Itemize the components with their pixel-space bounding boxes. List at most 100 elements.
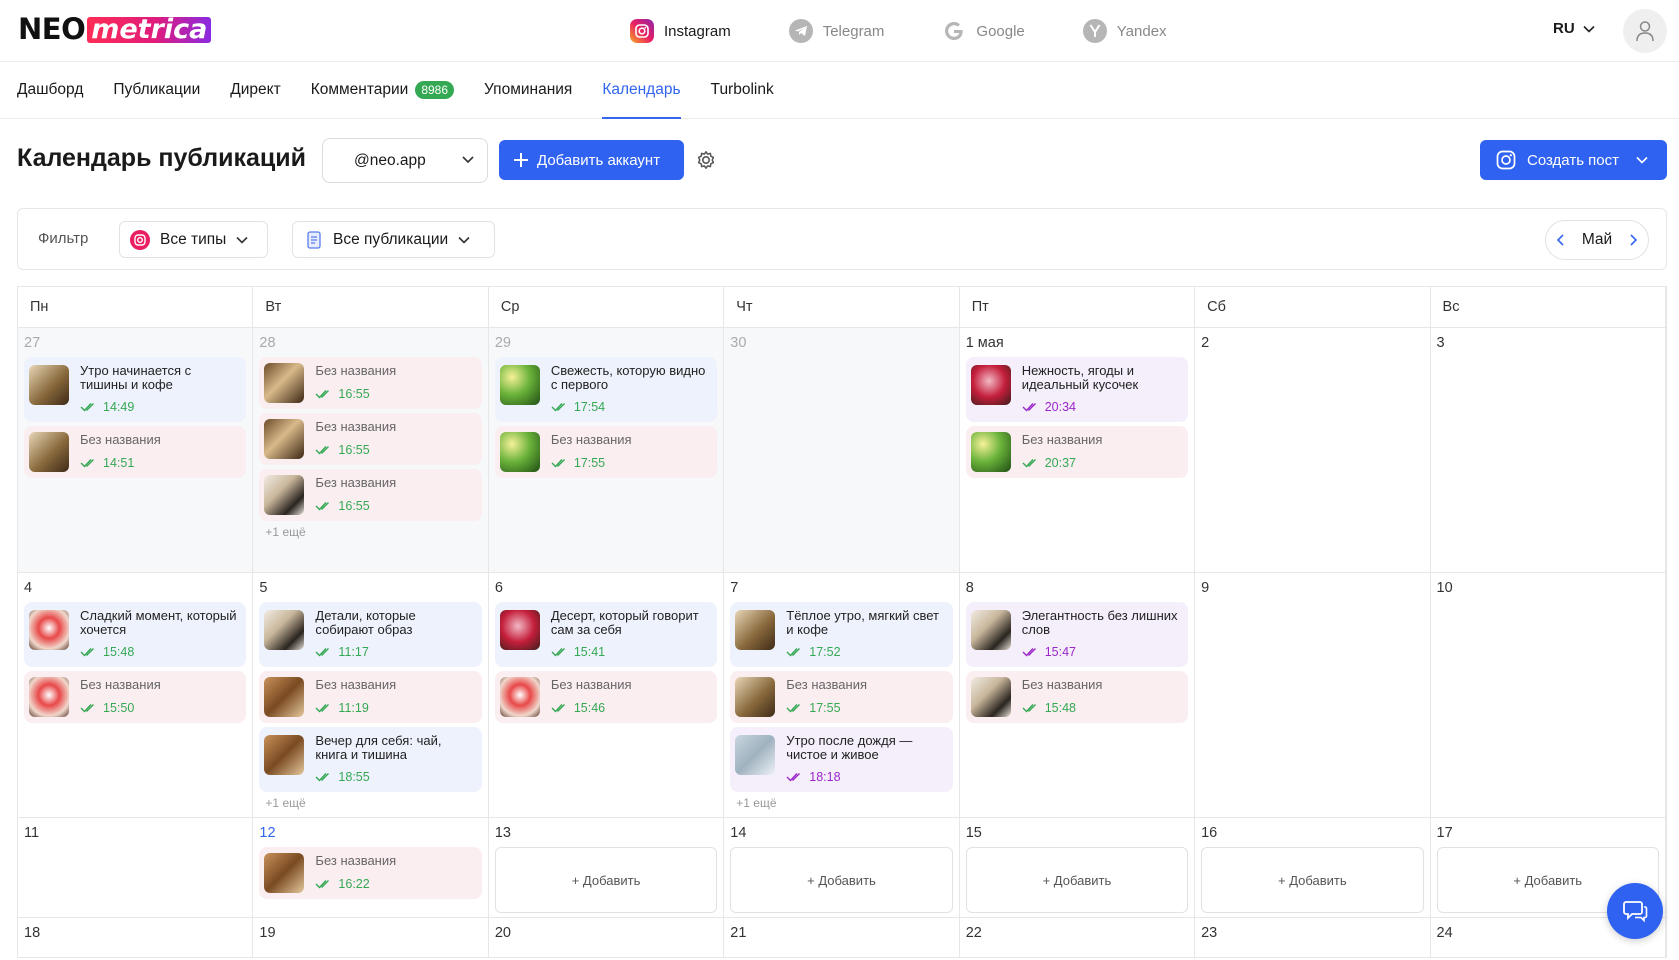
scheduled-post[interactable]: Утро начинается с тишины и кофе 14:49: [24, 357, 247, 422]
calendar-day[interactable]: 22: [960, 918, 1196, 957]
tab-mentions[interactable]: Упоминания: [484, 62, 572, 119]
tab-calendar[interactable]: Календарь: [602, 62, 681, 119]
create-post-button[interactable]: Создать пост: [1480, 140, 1667, 180]
calendar-day[interactable]: 29 Свежесть, которую видно с первого 17:54…: [488, 328, 725, 572]
filter-bar: Фильтр Все типы Все публикации Май: [17, 208, 1667, 270]
calendar-grid: Пн Вт Ср Чт Пт Сб Вс 27 Утро начинается с тишин…: [17, 286, 1667, 958]
platform-telegram[interactable]: Telegram: [788, 19, 884, 43]
post-time: 14:49: [80, 400, 134, 414]
scheduled-post[interactable]: Без названия 14:51: [24, 426, 247, 478]
settings-button[interactable]: [695, 149, 717, 176]
post-thumbnail: [264, 853, 305, 893]
add-post-button[interactable]: + Добавить: [1201, 847, 1424, 913]
account-select[interactable]: @neo.app: [322, 138, 488, 183]
language-selector[interactable]: RU: [1553, 20, 1595, 37]
post-time: 18:18: [786, 770, 841, 784]
scheduled-post[interactable]: Без названия 16:55: [259, 469, 482, 521]
add-account-button[interactable]: Добавить аккаунт: [499, 140, 684, 180]
tab-turbolink[interactable]: Turbolink: [711, 62, 774, 119]
calendar-day[interactable]: 5 Детали, которые собирают образ 11:17 Без …: [253, 573, 489, 817]
calendar-day[interactable]: 4 Сладкий момент, который хочется 15:48 Без…: [18, 573, 254, 817]
post-thumbnail: [735, 735, 776, 775]
more-posts-link[interactable]: +1 ещё: [259, 796, 481, 810]
scheduled-post[interactable]: Без названия 16:55: [259, 413, 482, 465]
platform-google-label: Google: [976, 22, 1025, 40]
chat-icon: [1623, 901, 1648, 923]
calendar-day[interactable]: 8 Элегантность без лишних слов 15:47 Без на…: [960, 573, 1196, 817]
tab-direct[interactable]: Директ: [230, 62, 280, 119]
tab-dashboard[interactable]: Дашборд: [17, 62, 83, 119]
scheduled-post[interactable]: Без названия 15:46: [494, 671, 718, 723]
calendar-day[interactable]: 6 Десерт, который говорит сам за себя 15:4…: [489, 573, 725, 817]
calendar-day[interactable]: 11: [18, 818, 254, 917]
language-label: RU: [1553, 20, 1575, 37]
calendar-day[interactable]: 2: [1195, 328, 1431, 572]
post-time-value: 15:47: [1044, 645, 1076, 659]
calendar-day[interactable]: 3: [1431, 328, 1666, 572]
calendar-day[interactable]: 13 + Добавить: [489, 818, 725, 917]
calendar-day[interactable]: 19: [253, 918, 489, 957]
calendar-day[interactable]: 7 Тёплое утро, мягкий свет и кофе 17:52 Без…: [724, 573, 960, 817]
scheduled-post[interactable]: Элегантность без лишних слов 15:47: [965, 602, 1189, 667]
calendar-day[interactable]: 28 Без названия 16:55 Без названия 16:55 Без …: [253, 328, 489, 572]
scheduled-post[interactable]: Вечер для себя: чай, книга и тишина 18:55: [259, 727, 482, 792]
post-title: Детали, которые собирают образ: [315, 608, 416, 637]
calendar-day[interactable]: 15 + Добавить: [960, 818, 1196, 917]
calendar-day[interactable]: 10: [1431, 573, 1666, 817]
calendar-day[interactable]: 20: [489, 918, 725, 957]
scheduled-post[interactable]: Без названия 15:50: [24, 671, 247, 723]
scheduled-post[interactable]: Тёплое утро, мягкий свет и кофе 17:52: [730, 602, 953, 667]
scheduled-post[interactable]: Детали, которые собирают образ 11:17: [259, 602, 482, 667]
calendar-day[interactable]: 1 мая Нежность, ягоды и идеальный кусочек…: [960, 328, 1196, 572]
double-check-icon: [551, 459, 565, 468]
scheduled-post[interactable]: Без названия 16:55: [259, 357, 482, 409]
scheduled-post[interactable]: Без названия 16:22: [259, 847, 482, 899]
scheduled-post[interactable]: Утро после дождя — чистое и живое 18:18: [730, 727, 953, 792]
platform-google[interactable]: Google: [942, 19, 1025, 43]
more-posts-link[interactable]: +1 ещё: [259, 525, 481, 539]
scheduled-post[interactable]: Без названия 15:48: [965, 671, 1189, 723]
user-icon: [1636, 21, 1654, 42]
add-post-button[interactable]: + Добавить: [965, 847, 1189, 913]
calendar-day[interactable]: 18: [18, 918, 254, 957]
calendar-day[interactable]: 23: [1195, 918, 1431, 957]
calendar-day[interactable]: 21: [724, 918, 960, 957]
day-number: 7: [730, 580, 739, 596]
scheduled-post[interactable]: Десерт, который говорит сам за себя 15:41: [494, 602, 718, 667]
calendar-day[interactable]: 14 + Добавить: [724, 818, 960, 917]
chevron-left-icon[interactable]: [1556, 233, 1566, 247]
calendar-day[interactable]: 9: [1195, 573, 1431, 817]
user-avatar[interactable]: [1623, 9, 1667, 53]
add-post-button[interactable]: + Добавить: [730, 847, 953, 913]
tab-publications[interactable]: Публикации: [113, 62, 200, 119]
scheduled-post[interactable]: Сладкий момент, который хочется 15:48: [24, 602, 247, 667]
scheduled-post[interactable]: Нежность, ягоды и идеальный кусочек 20:34: [965, 357, 1189, 422]
publication-filter-select[interactable]: Все публикации: [292, 221, 495, 258]
platform-instagram[interactable]: Instagram: [630, 19, 731, 43]
scheduled-post[interactable]: Без названия 20:37: [965, 426, 1189, 478]
logo[interactable]: NEO metrica: [18, 12, 212, 46]
day-number: 10: [1436, 580, 1453, 596]
post-time-value: 20:37: [1044, 456, 1076, 470]
calendar-day[interactable]: 12 Без названия 16:22: [253, 818, 489, 917]
calendar-day[interactable]: 16 + Добавить: [1195, 818, 1431, 917]
scheduled-post[interactable]: Без названия 17:55: [494, 426, 718, 478]
chevron-right-icon[interactable]: [1628, 233, 1638, 247]
post-thumbnail: [970, 610, 1011, 650]
calendar-day[interactable]: 27 Утро начинается с тишины и кофе 14:49 Бе…: [18, 328, 254, 572]
post-time-value: 11:17: [338, 645, 369, 659]
scheduled-post[interactable]: Без названия 17:55: [730, 671, 953, 723]
post-time-value: 11:19: [338, 701, 369, 715]
page-title: Календарь публикаций: [17, 144, 306, 172]
platform-yandex[interactable]: Yandex: [1082, 19, 1167, 43]
type-filter-select[interactable]: Все типы: [119, 221, 268, 258]
scheduled-post[interactable]: Без названия 11:19: [259, 671, 482, 723]
tab-comments[interactable]: Комментарии 8986: [311, 62, 455, 119]
comments-count-badge: 8986: [415, 81, 455, 99]
more-posts-link[interactable]: +1 ещё: [730, 796, 952, 810]
chat-button[interactable]: [1607, 883, 1663, 939]
calendar-day[interactable]: 30: [724, 328, 960, 572]
instagram-icon: [130, 229, 150, 250]
add-post-button[interactable]: + Добавить: [494, 847, 718, 913]
scheduled-post[interactable]: Свежесть, которую видно с первого 17:54: [494, 357, 718, 422]
